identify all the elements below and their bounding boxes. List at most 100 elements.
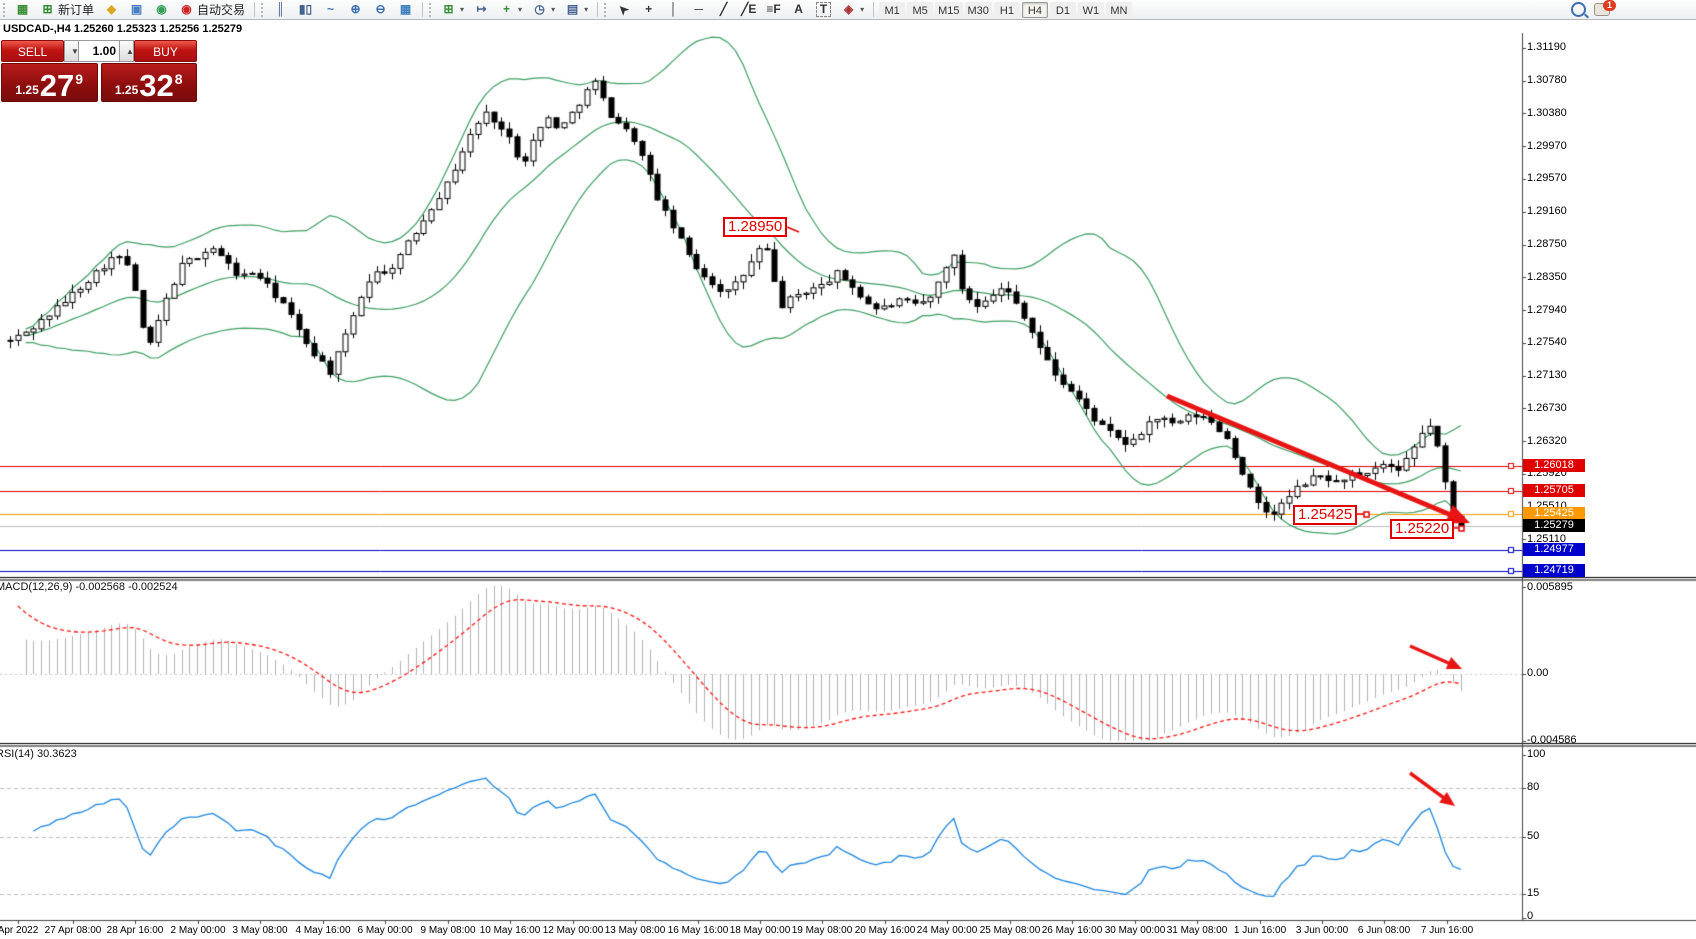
price-axis-tick: 1.27940 — [1527, 304, 1567, 316]
price-annotation-box[interactable]: 1.25220 — [1390, 519, 1454, 539]
bar-chart-button[interactable]: ║ — [268, 1, 293, 18]
cursor-button[interactable]: ➤ — [611, 1, 636, 18]
chart-shift-icon: ↦ — [474, 2, 489, 17]
sell-price-small: 1.25 — [15, 83, 38, 97]
price-axis-tick: 1.27540 — [1527, 336, 1567, 348]
volume-decrease-button[interactable]: ▼ — [64, 40, 79, 62]
templates-button[interactable]: ▤▾ — [560, 1, 593, 18]
timeframe-m5-button[interactable]: M5 — [907, 2, 933, 18]
new-order-button[interactable]: ⊞新订单 — [35, 1, 99, 18]
trendline-icon: ╱ — [716, 2, 731, 17]
autotrading-button[interactable]: ◉自动交易 — [174, 1, 250, 18]
level-price-label: 1.24977 — [1523, 543, 1585, 556]
equidistant-channel-button[interactable]: ╱E — [736, 1, 761, 18]
dropdown-caret-icon: ▾ — [584, 5, 588, 14]
time-axis-tick: 24 May 00:00 — [917, 925, 978, 936]
price-axis-tick: 1.26730 — [1527, 402, 1567, 414]
rsi-axis-tick: 80 — [1527, 781, 1539, 793]
sell-button[interactable]: SELL — [1, 40, 64, 62]
chart-title: USDCAD-,H4 1.25260 1.25323 1.25256 1.252… — [3, 23, 242, 35]
buy-price-sup: 8 — [175, 71, 183, 87]
new-order-label: 新订单 — [58, 1, 94, 18]
new-chart-button[interactable]: ⊞▾ — [436, 1, 469, 18]
line-chart-button[interactable]: ~ — [318, 1, 343, 18]
timeframe-w1-button[interactable]: W1 — [1078, 2, 1104, 18]
chart-mini-button[interactable]: ▦ — [10, 1, 35, 18]
toolbar-group: ⊞▾↦+▾◷▾▤▾ — [426, 0, 594, 19]
time-axis-tick: 27 Apr 08:00 — [45, 925, 102, 936]
arrows-button[interactable]: ◈▾ — [836, 1, 869, 18]
text-label-icon: T — [816, 2, 831, 17]
price-axis-tick: 1.29160 — [1527, 205, 1567, 217]
price-axis-tick: 1.31190 — [1527, 41, 1566, 53]
time-axis-tick: 1 Jun 16:00 — [1234, 925, 1286, 936]
candlestick-chart-icon: ▮▯ — [298, 2, 313, 17]
tile-windows-button[interactable]: ▦ — [393, 1, 418, 18]
candlestick-chart-button[interactable]: ▮▯ — [293, 1, 318, 18]
buy-price-big: 32 — [139, 70, 173, 101]
toolbar-group: ║ ▮▯ ~⊕⊖▦ — [258, 0, 419, 19]
signal-button[interactable]: ◉ — [149, 1, 174, 18]
timeframe-m1-button[interactable]: M1 — [879, 2, 905, 18]
timeframe-mn-button[interactable]: MN — [1106, 2, 1132, 18]
time-axis-tick: 6 Jun 08:00 — [1358, 925, 1410, 936]
zoom-in-button[interactable]: ⊕ — [343, 1, 368, 18]
time-axis-tick: 13 May 08:00 — [605, 925, 666, 936]
timeframe-m30-button[interactable]: M30 — [965, 2, 992, 18]
text-icon: A — [791, 2, 806, 17]
indicators-icon: + — [499, 2, 514, 17]
templates-icon: ▤ — [565, 2, 580, 17]
fibonacci-button[interactable]: ≡F — [761, 1, 786, 18]
toolbar-separator — [254, 2, 255, 17]
time-axis-tick: 3 Jun 00:00 — [1296, 925, 1348, 936]
chart-mini-icon: ▦ — [15, 2, 30, 17]
horizontal-line-button[interactable]: ─ — [686, 1, 711, 18]
periods-button[interactable]: ◷▾ — [527, 1, 560, 18]
time-axis-tick: 31 May 08:00 — [1167, 925, 1228, 936]
rsi-axis-tick: 15 — [1527, 887, 1539, 899]
price-annotation-box[interactable]: 1.28950 — [723, 217, 787, 237]
timeframe-h4-button[interactable]: H4 — [1022, 2, 1048, 18]
price-axis-tick: 1.28350 — [1527, 271, 1567, 283]
price-axis-tick: 1.27130 — [1527, 369, 1567, 381]
vertical-line-button[interactable]: │ — [661, 1, 686, 18]
level-price-label: 1.26018 — [1523, 459, 1585, 472]
deposit-icon: ◆ — [104, 2, 119, 17]
support-button[interactable]: ▣ — [124, 1, 149, 18]
deposit-button[interactable]: ◆ — [99, 1, 124, 18]
chart-shift-button[interactable]: ↦ — [469, 1, 494, 18]
timeframe-h1-button[interactable]: H1 — [994, 2, 1020, 18]
toolbar-right-icons: 1 — [1571, 2, 1696, 17]
time-axis-tick: 25 May 08:00 — [980, 925, 1041, 936]
price-annotation-box[interactable]: 1.25425 — [1293, 505, 1357, 525]
arrows-icon: ◈ — [841, 2, 856, 17]
toolbar-group: ➤+│─ ╱ ╱E ≡F AT ◈▾ — [601, 0, 870, 19]
crosshair-button[interactable]: + — [636, 1, 661, 18]
time-axis-tick: 6 May 00:00 — [357, 925, 412, 936]
text-label-button[interactable]: T — [811, 1, 836, 18]
text-button[interactable]: A — [786, 1, 811, 18]
timeframe-m15-button[interactable]: M15 — [935, 2, 962, 18]
buy-price-display[interactable]: 1.25 32 8 — [101, 63, 198, 102]
timeframe-d1-button[interactable]: D1 — [1050, 2, 1076, 18]
sell-price-big: 27 — [40, 70, 74, 101]
notifications-icon[interactable]: 1 — [1594, 3, 1610, 16]
current-price-label: 1.25279 — [1523, 519, 1585, 532]
indicators-button[interactable]: +▾ — [494, 1, 527, 18]
signal-icon: ◉ — [154, 2, 169, 17]
price-axis-tick: 1.26320 — [1527, 435, 1567, 447]
time-axis-tick: 7 Jun 16:00 — [1421, 925, 1473, 936]
zoom-out-button[interactable]: ⊖ — [368, 1, 393, 18]
time-axis-tick: 3 May 08:00 — [232, 925, 287, 936]
time-axis-tick: 18 May 00:00 — [730, 925, 791, 936]
search-icon[interactable] — [1571, 2, 1586, 17]
trendline-button[interactable]: ╱ — [711, 1, 736, 18]
fibonacci-icon: ≡F — [766, 2, 781, 17]
volume-input[interactable] — [79, 40, 119, 62]
buy-button[interactable]: BUY — [134, 40, 197, 62]
chart-canvas[interactable] — [0, 0, 1696, 939]
time-axis-tick: 19 May 08:00 — [792, 925, 853, 936]
toolbar-separator — [597, 2, 598, 17]
volume-increase-button[interactable]: ▲ — [119, 40, 134, 62]
sell-price-display[interactable]: 1.25 27 9 — [1, 63, 98, 102]
